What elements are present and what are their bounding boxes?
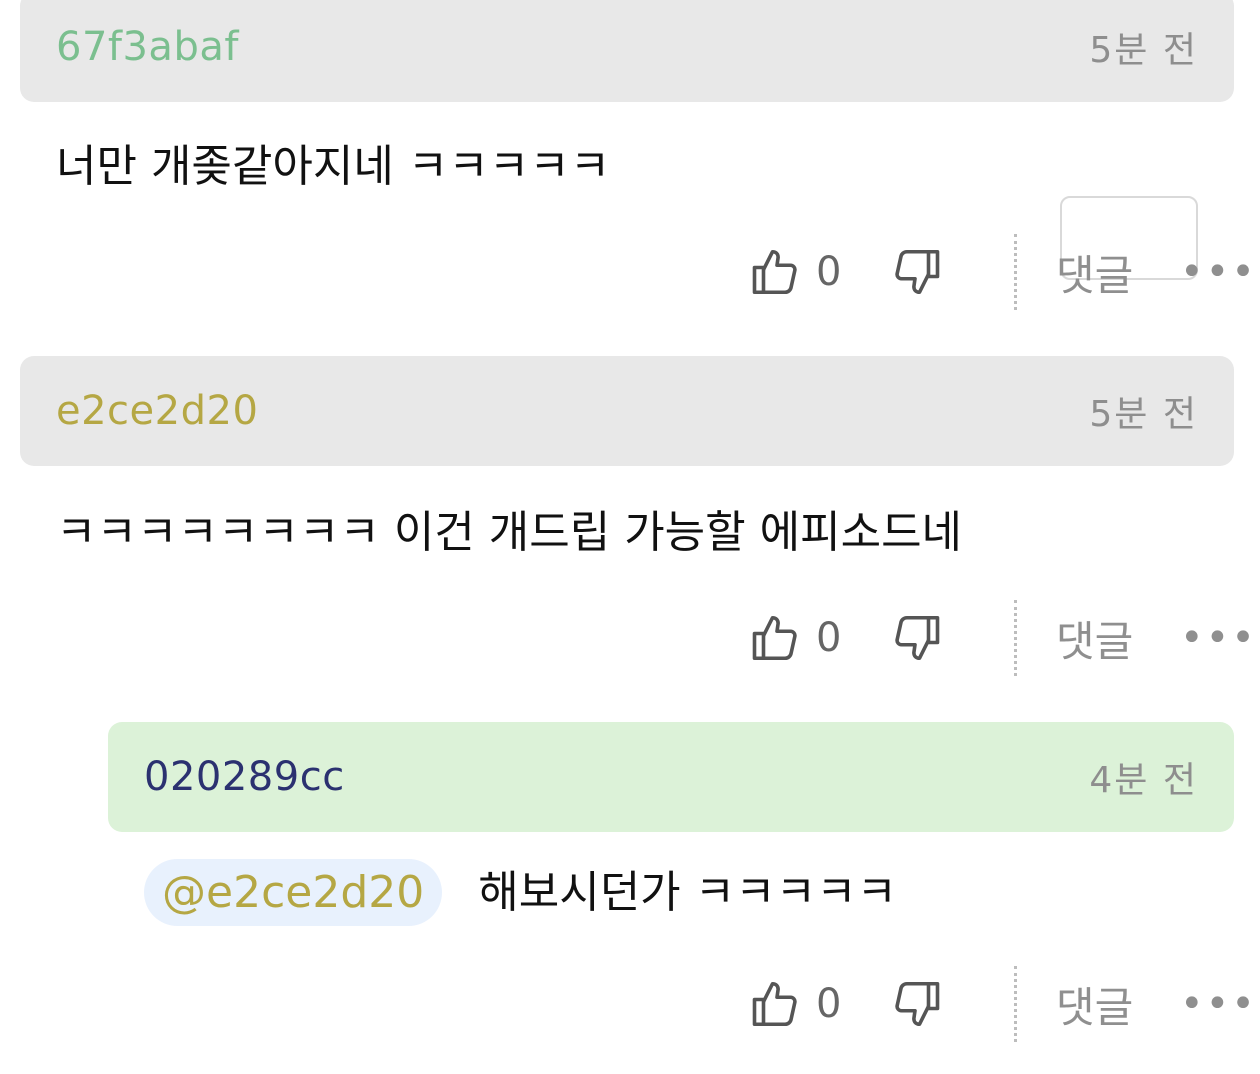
like-count: 0 (816, 615, 842, 661)
comment-header: e2ce2d20 5분 전 (20, 356, 1234, 466)
comment-author[interactable]: e2ce2d20 (56, 388, 258, 434)
more-dots-icon[interactable]: ••• (1180, 964, 1257, 1044)
comment-header: 020289cc 4분 전 (108, 722, 1234, 832)
comment-author[interactable]: 020289cc (144, 754, 345, 800)
comment-timestamp: 5분 전 (1089, 30, 1198, 71)
more-dots-icon[interactable]: ••• (1180, 232, 1257, 312)
comment-text: ㅋㅋㅋㅋㅋㅋㅋㅋ 이건 개드립 가능할 에피소드네 (56, 507, 963, 558)
comment-timestamp: 4분 전 (1089, 760, 1198, 801)
comment-actions: 0 댓글 ••• (0, 964, 1260, 1044)
comment-actions: 0 댓글 ••• (0, 598, 1260, 678)
comment-text-row: @e2ce2d20 해보시던가 ㅋㅋㅋㅋㅋ (144, 856, 897, 926)
comment-timestamp: 5분 전 (1089, 394, 1198, 435)
comment-text: 해보시던가 ㅋㅋㅋㅋㅋ (478, 867, 898, 918)
like-count: 0 (816, 981, 842, 1027)
thumbs-down-icon[interactable] (888, 598, 942, 678)
more-dots-icon[interactable]: ••• (1180, 598, 1257, 678)
action-divider (1014, 234, 1017, 310)
action-divider (1014, 966, 1017, 1042)
thumbs-up-icon[interactable] (750, 964, 804, 1044)
mention-chip[interactable]: @e2ce2d20 (144, 859, 443, 926)
comment-text: 너만 개좆같아지네 ㅋㅋㅋㅋㅋ (56, 141, 611, 192)
comment-actions: 0 댓글 ••• (0, 232, 1260, 312)
thumbs-down-icon[interactable] (888, 964, 942, 1044)
reply-button[interactable]: 댓글 (1056, 232, 1133, 312)
like-count: 0 (816, 249, 842, 295)
thumbs-up-icon[interactable] (750, 232, 804, 312)
comment-author[interactable]: 67f3abaf (56, 24, 239, 70)
thumbs-down-icon[interactable] (888, 232, 942, 312)
action-divider (1014, 600, 1017, 676)
reply-button[interactable]: 댓글 (1056, 964, 1133, 1044)
comment-header: 67f3abaf 5분 전 (20, 0, 1234, 102)
reply-button[interactable]: 댓글 (1056, 598, 1133, 678)
thumbs-up-icon[interactable] (750, 598, 804, 678)
